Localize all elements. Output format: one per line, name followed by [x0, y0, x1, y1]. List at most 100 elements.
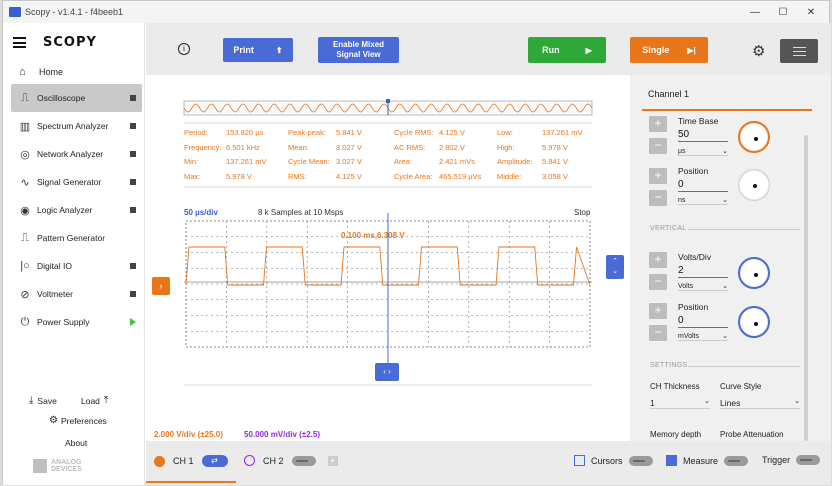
ch2-tab[interactable]: CH 2 +: [244, 455, 338, 466]
minimize-icon[interactable]: —: [741, 1, 769, 23]
sidebar-item-power-supply[interactable]: ⏻ Power Supply: [11, 308, 142, 336]
thickness-label: CH Thickness: [650, 382, 700, 391]
volts-minus-button[interactable]: −: [649, 274, 667, 290]
settings-gear-icon[interactable]: ⚙: [752, 42, 765, 60]
cursors-toggle[interactable]: Cursors: [574, 455, 653, 466]
sidebar-item-network-analyzer[interactable]: ◎ Network Analyzer: [11, 140, 142, 168]
hpos-knob[interactable]: [738, 169, 770, 201]
trigger-menu-toggle[interactable]: [796, 455, 821, 465]
cursors-checkbox[interactable]: [574, 455, 585, 466]
measure-checkbox[interactable]: [666, 455, 677, 466]
info-icon[interactable]: i: [178, 43, 190, 55]
panel-scrollbar[interactable]: [804, 135, 808, 441]
sidebar-item-logic-analyzer[interactable]: ◉ Logic Analyzer: [11, 196, 142, 224]
tool-label: Voltmeter: [37, 289, 73, 299]
menu-button[interactable]: [780, 39, 818, 63]
save-button[interactable]: ⤓ Save: [29, 395, 57, 406]
measurement-key: Period:: [184, 128, 208, 137]
ch1-offset-handle[interactable]: ›: [152, 277, 170, 295]
chevron-down-icon: ⌄: [794, 398, 800, 405]
trigger-position-handle[interactable]: ‹ ›: [375, 363, 399, 381]
timebase-unit-select[interactable]: µs ⌄: [678, 148, 728, 156]
timebase-plus-button[interactable]: +: [649, 116, 667, 132]
stop-state-icon[interactable]: [130, 95, 136, 101]
vpos-label: Position: [678, 302, 709, 312]
close-icon[interactable]: ✕: [797, 1, 825, 23]
overview-handle[interactable]: [386, 99, 390, 103]
bottom-bar: CH 1 ⇄ CH 2 + Cursors Measure Trigger: [146, 441, 831, 485]
ch1-settings-button[interactable]: ⇄: [201, 455, 228, 467]
stop-state-icon[interactable]: [130, 151, 136, 157]
add-channel-icon[interactable]: +: [327, 455, 338, 466]
measure-toggle[interactable]: Measure: [666, 455, 749, 466]
measure-menu-toggle[interactable]: [724, 455, 749, 466]
about-button[interactable]: About: [65, 438, 87, 448]
timebase-value-input[interactable]: 50: [678, 129, 728, 142]
sidebar-item-pattern-generator[interactable]: ⎍ Pattern Generator: [11, 224, 142, 252]
vpos-minus-button[interactable]: −: [649, 325, 667, 341]
preferences-button[interactable]: ⚙ Preferences: [49, 415, 107, 426]
vpos-unit-select[interactable]: mVolts ⌄: [678, 333, 728, 341]
print-button[interactable]: Print ⬆: [223, 38, 293, 62]
curve-style-select[interactable]: Lines ⌄: [720, 398, 800, 409]
power-icon: ⏻: [20, 315, 30, 328]
signal-icon: ∿: [20, 176, 30, 189]
volts-plus-button[interactable]: +: [649, 252, 667, 268]
trigger-label: Trigger: [762, 455, 791, 465]
timebase-knob[interactable]: [738, 121, 770, 153]
cursors-menu-toggle[interactable]: [628, 455, 653, 466]
trigger-toggle[interactable]: Trigger: [762, 455, 821, 465]
home-nav-item[interactable]: ⌂ Home: [19, 66, 63, 78]
load-button[interactable]: Load ⤒: [81, 395, 108, 406]
channel-settings-panel: Channel 1 + − Time Base 50 µs ⌄ + − Posit…: [630, 75, 831, 441]
running-state-icon[interactable]: [130, 318, 136, 326]
vpos-plus-button[interactable]: +: [649, 303, 667, 319]
measurement-value: 3.058 V: [542, 172, 568, 181]
volts-value-input[interactable]: 2: [678, 265, 728, 278]
print-icon: ⬆: [275, 45, 283, 55]
volts-unit-select[interactable]: Volts ⌄: [678, 283, 728, 291]
sidebar-item-digital-io[interactable]: |○ Digital IO: [11, 252, 142, 280]
single-button[interactable]: Single ▶|: [630, 37, 708, 63]
vpos-value-input[interactable]: 0: [678, 315, 728, 328]
load-label: Load: [81, 395, 100, 406]
trigger-level-handle[interactable]: ⌃ ⌄: [606, 255, 624, 279]
stop-state-icon[interactable]: [130, 179, 136, 185]
maximize-icon[interactable]: ☐: [769, 1, 797, 23]
volts-label: Volts/Div: [678, 252, 712, 262]
top-toolbar: i Print ⬆ Enable Mixed Signal View Run ▶…: [146, 23, 831, 75]
hamburger-menu-icon[interactable]: [13, 37, 26, 48]
run-button[interactable]: Run ▶: [528, 37, 606, 63]
timebase-label: 50 µs/div: [184, 208, 218, 217]
stop-state-icon[interactable]: [130, 263, 136, 269]
preferences-label: Preferences: [60, 415, 107, 426]
enable-mixed-signal-button[interactable]: Enable Mixed Signal View: [318, 37, 399, 63]
ch1-color-dot: [154, 455, 165, 467]
chevron-down-icon: ⌄: [722, 148, 728, 155]
hpos-value-input[interactable]: 0: [678, 179, 728, 192]
sidebar-item-spectrum-analyzer[interactable]: ▥ Spectrum Analyzer: [11, 112, 142, 140]
measurement-key: Cycle RMS:: [394, 128, 434, 137]
timebase-minus-button[interactable]: −: [649, 138, 667, 154]
sidebar-item-voltmeter[interactable]: ⊘ Voltmeter: [11, 280, 142, 308]
volts-knob[interactable]: [738, 257, 770, 289]
hpos-unit-select[interactable]: ns ⌄: [678, 197, 728, 205]
curve-style-label: Curve Style: [720, 382, 762, 391]
sidebar-item-signal-generator[interactable]: ∿ Signal Generator: [11, 168, 142, 196]
vpos-knob[interactable]: [738, 306, 770, 338]
stop-state-icon[interactable]: [130, 207, 136, 213]
ch1-tab[interactable]: CH 1 ⇄: [154, 455, 228, 467]
acquisition-status: Stop: [574, 208, 591, 217]
hpos-minus-button[interactable]: −: [649, 190, 667, 206]
ch2-settings-button[interactable]: [291, 455, 316, 466]
measurement-value: 5.978 V: [542, 143, 568, 152]
stop-state-icon[interactable]: [130, 291, 136, 297]
run-label: Run: [542, 45, 560, 55]
vertical-section-label: VERTICAL: [650, 225, 687, 232]
play-icon: ▶: [585, 45, 592, 55]
hpos-plus-button[interactable]: +: [649, 168, 667, 184]
thickness-select[interactable]: 1 ⌄: [650, 398, 710, 409]
mixed-label-1: Enable Mixed: [332, 40, 385, 49]
sidebar-item-oscilloscope[interactable]: ⎍ Oscilloscope: [11, 84, 142, 112]
stop-state-icon[interactable]: [130, 123, 136, 129]
